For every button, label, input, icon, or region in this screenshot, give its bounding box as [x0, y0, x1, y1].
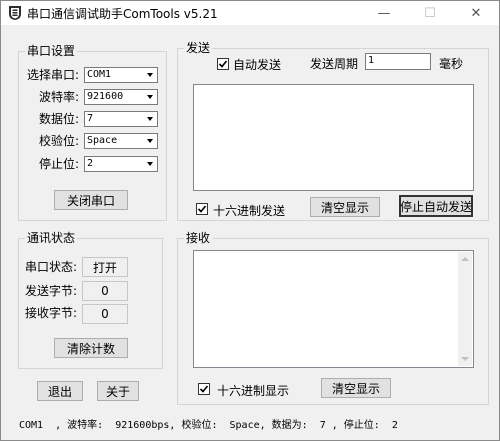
title-bar: 串口通信调试助手ComTools v5.21 — ☐ ✕ [1, 1, 499, 25]
check-icon [197, 205, 207, 213]
receive-group-title: 接收 [184, 231, 213, 245]
chevron-down-icon [143, 90, 157, 104]
stopbits-select[interactable]: 2 [84, 156, 158, 172]
stopbits-select-value: 2 [87, 158, 94, 169]
close-port-button[interactable]: 关闭串口 [54, 190, 128, 210]
hex-display-checkbox[interactable] [198, 383, 210, 395]
stopbits-label: 停止位: [39, 157, 80, 171]
receive-textarea[interactable] [193, 250, 474, 368]
parity-label: 校验位: [39, 134, 80, 148]
stop-auto-send-button[interactable]: 停止自动发送 [399, 195, 473, 217]
main-window: 串口通信调试助手ComTools v5.21 — ☐ ✕ 串口设置 选择串口: … [0, 0, 500, 441]
recv-bytes-label: 接收字节: [25, 306, 78, 320]
databits-select-value: 7 [87, 113, 94, 124]
sent-bytes-value: 0 [82, 281, 128, 301]
baud-label: 波特率: [39, 90, 80, 104]
check-icon [199, 385, 209, 393]
port-status-label: 串口状态: [25, 260, 78, 274]
clear-count-button[interactable]: 清除计数 [54, 338, 128, 358]
maximize-button[interactable]: ☐ [407, 1, 453, 25]
sent-bytes-label: 发送字节: [25, 284, 78, 298]
recv-bytes-value: 0 [82, 304, 128, 324]
baud-select-value: 921600 [87, 91, 124, 102]
auto-send-checkbox[interactable] [217, 58, 229, 70]
port-select[interactable]: COM1 [84, 67, 158, 83]
receive-scrollbar[interactable] [458, 252, 472, 366]
check-icon [218, 60, 228, 68]
clear-receive-button[interactable]: 清空显示 [321, 378, 391, 398]
send-period-label: 发送周期 [310, 57, 359, 71]
window-title: 串口通信调试助手ComTools v5.21 [27, 7, 218, 21]
send-textarea[interactable] [193, 84, 474, 191]
period-unit-label: 毫秒 [439, 57, 464, 71]
scroll-up-icon[interactable] [461, 257, 469, 261]
scroll-down-icon[interactable] [461, 357, 469, 361]
chevron-down-icon [143, 68, 157, 82]
close-button[interactable]: ✕ [453, 1, 499, 25]
chevron-down-icon [143, 112, 157, 126]
exit-button[interactable]: 退出 [37, 381, 83, 401]
send-group-title: 发送 [184, 41, 213, 55]
clear-send-button[interactable]: 清空显示 [310, 197, 380, 217]
databits-label: 数据位: [39, 112, 80, 126]
about-button[interactable]: 关于 [97, 381, 139, 401]
app-icon [7, 5, 23, 21]
databits-select[interactable]: 7 [84, 111, 158, 127]
minimize-button[interactable]: — [361, 1, 407, 25]
baud-select[interactable]: 921600 [84, 89, 158, 105]
serial-settings-title: 串口设置 [25, 44, 78, 58]
hex-send-checkbox[interactable] [196, 203, 208, 215]
status-bar-text: COM1 , 波特率: 921600bps, 校验位: Space, 数据为: … [19, 420, 398, 431]
port-select-value: COM1 [87, 69, 112, 80]
port-label: 选择串口: [27, 68, 80, 82]
port-status-value: 打开 [82, 257, 128, 277]
hex-send-label: 十六进制发送 [213, 204, 286, 218]
hex-display-label: 十六进制显示 [217, 384, 290, 398]
auto-send-label: 自动发送 [233, 58, 282, 72]
parity-select[interactable]: Space [84, 133, 158, 149]
comm-status-title: 通讯状态 [25, 231, 78, 245]
chevron-down-icon [143, 134, 157, 148]
parity-select-value: Space [87, 135, 118, 146]
chevron-down-icon [143, 157, 157, 171]
send-period-input[interactable]: 1 [365, 53, 431, 70]
